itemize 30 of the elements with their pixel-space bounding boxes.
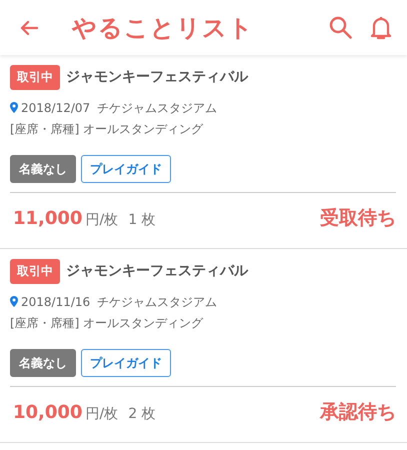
ticket-card[interactable]: 取引中 ジャモンキーフェスティバル 2018/11/16 チケジャムスタジアム [座席・席種] オールスタンディング 名義なし プレイガイド 10,000 円/枚 2 枚 承認待ち bbox=[0, 249, 407, 443]
tag: プレイガイド bbox=[81, 155, 171, 183]
ticket-card[interactable]: 取引中 ジャモンキーフェスティバル 2018/12/07 チケジャムスタジアム [座席・席種] オールスタンディング 名義なし プレイガイド 11,000 円/枚 1 枚 受取待ち bbox=[0, 55, 407, 249]
location-pin-icon bbox=[10, 102, 18, 113]
event-date: 2018/12/07 bbox=[21, 100, 90, 116]
price-unit: 円/枚 bbox=[85, 405, 118, 424]
event-title: ジャモンキーフェスティバル bbox=[66, 262, 248, 281]
price-unit: 円/枚 bbox=[85, 211, 118, 230]
seat-info: [座席・席種] オールスタンディング bbox=[10, 315, 204, 332]
venue-name: チケジャムスタジアム bbox=[97, 294, 218, 310]
back-arrow-icon[interactable] bbox=[20, 20, 38, 36]
price: 10,000 bbox=[13, 401, 82, 425]
bell-icon[interactable] bbox=[370, 15, 392, 40]
tag: 名義なし bbox=[10, 349, 76, 377]
ticket-quantity: 2 枚 bbox=[128, 405, 156, 424]
status-badge: 取引中 bbox=[10, 259, 60, 284]
seat-info: [座席・席種] オールスタンディング bbox=[10, 121, 204, 138]
trade-status: 受取待ち bbox=[320, 206, 396, 231]
trade-status: 承認待ち bbox=[320, 400, 396, 425]
status-badge: 取引中 bbox=[10, 65, 60, 90]
ticket-quantity: 1 枚 bbox=[128, 211, 156, 230]
tag: 名義なし bbox=[10, 155, 76, 183]
price: 11,000 bbox=[13, 207, 82, 231]
event-title: ジャモンキーフェスティバル bbox=[66, 68, 248, 87]
page-title: やることリスト bbox=[72, 12, 254, 44]
tag: プレイガイド bbox=[81, 349, 171, 377]
location-pin-icon bbox=[10, 296, 18, 307]
venue-name: チケジャムスタジアム bbox=[97, 100, 218, 116]
event-date: 2018/11/16 bbox=[21, 294, 90, 310]
search-icon[interactable] bbox=[329, 16, 352, 39]
